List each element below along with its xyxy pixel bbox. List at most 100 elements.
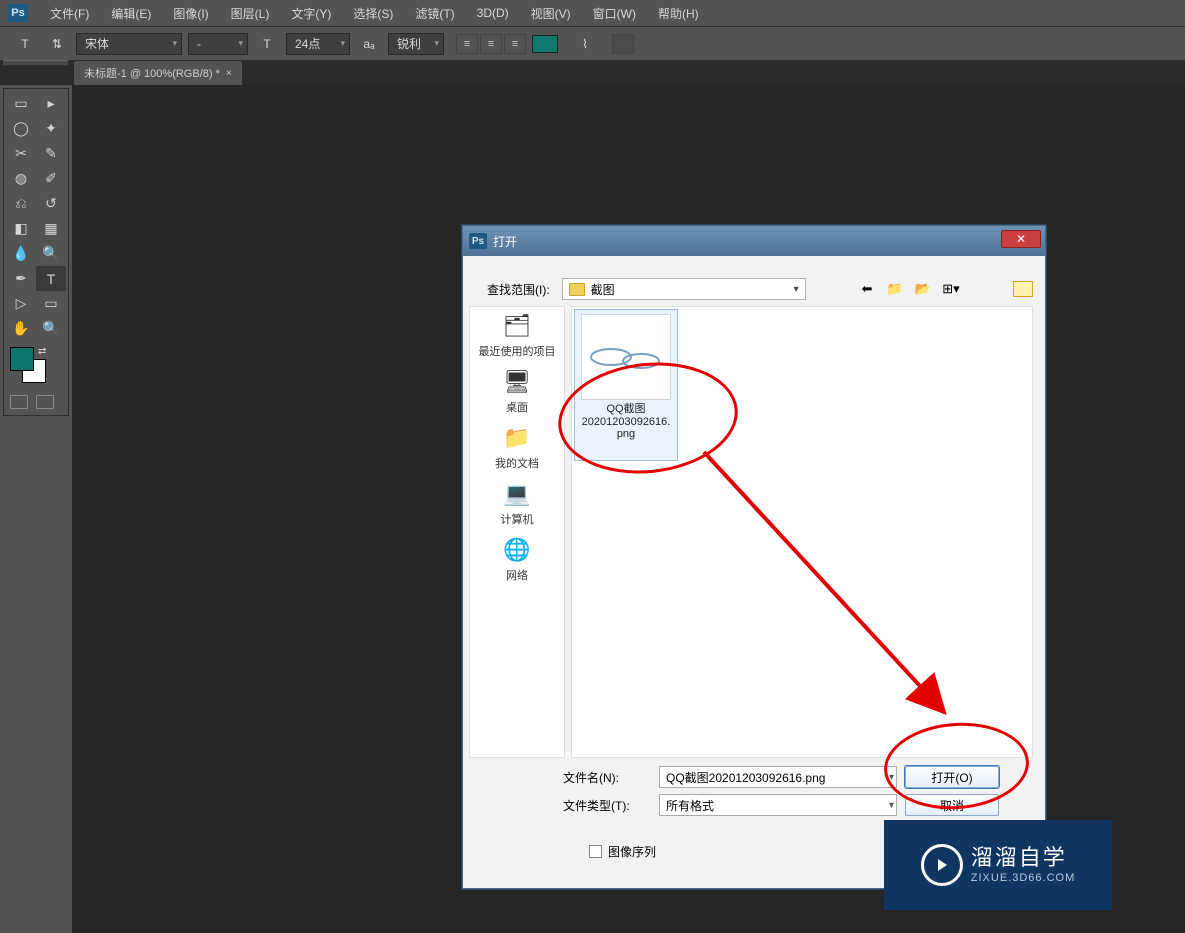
menu-window[interactable]: 窗口(W) bbox=[587, 1, 642, 26]
place-computer-label: 计算机 bbox=[501, 511, 534, 527]
text-align-group: ≡ ≡ ≡ bbox=[456, 34, 526, 54]
document-tab[interactable]: 未标题-1 @ 100%(RGB/8) * × bbox=[74, 61, 242, 85]
swap-colors-icon[interactable]: ⇄ bbox=[38, 346, 46, 357]
menu-type[interactable]: 文字(Y) bbox=[285, 1, 337, 26]
dodge-tool-icon[interactable]: 🔍 bbox=[36, 241, 66, 266]
align-left-icon[interactable]: ≡ bbox=[456, 34, 478, 54]
font-size-dropdown[interactable]: 24点 bbox=[286, 33, 350, 55]
gradient-tool-icon[interactable]: ▦ bbox=[36, 216, 66, 241]
toolbox: ▭▸ ◯✦ ✂✎ ◍✐ ⎌↺ ◧▦ 💧🔍 ✒T ▷▭ ✋🔍 ⇄ bbox=[3, 88, 69, 416]
watermark-title: 溜溜自学 bbox=[971, 845, 1075, 871]
watermark: 溜溜自学 ZIXUE.3D66.COM bbox=[884, 820, 1112, 910]
clone-stamp-icon[interactable]: ⎌ bbox=[6, 191, 36, 216]
toolbox-grip[interactable] bbox=[3, 60, 68, 66]
rectangle-tool-icon[interactable]: ▭ bbox=[36, 291, 66, 316]
options-bar: T ⇅ 宋体 - T 24点 aₐ 锐利 ≡ ≡ ≡ ⌇ bbox=[0, 27, 1185, 61]
hand-tool-icon[interactable]: ✋ bbox=[6, 316, 36, 341]
lookup-row: 查找范围(I): 截图 ⬅ 📁 📂 ⊞▾ bbox=[487, 278, 1033, 300]
open-button[interactable]: 打开(O) bbox=[905, 766, 999, 788]
zoom-tool-icon[interactable]: 🔍 bbox=[36, 316, 66, 341]
file-item[interactable]: QQ截图 20201203092616. png bbox=[574, 309, 678, 461]
place-network-label: 网络 bbox=[506, 567, 528, 583]
pen-tool-icon[interactable]: ✒ bbox=[6, 266, 36, 291]
place-recent[interactable]: 🗂 最近使用的项目 bbox=[479, 311, 556, 359]
brush-tool-icon[interactable]: ✐ bbox=[36, 166, 66, 191]
place-network[interactable]: 🌐网络 bbox=[499, 535, 535, 583]
menu-edit[interactable]: 编辑(E) bbox=[105, 1, 157, 26]
view-menu-icon[interactable]: ⊞▾ bbox=[941, 280, 961, 298]
watermark-url: ZIXUE.3D66.COM bbox=[971, 872, 1075, 885]
place-desktop[interactable]: 🖥桌面 bbox=[499, 367, 535, 415]
place-recent-label: 最近使用的项目 bbox=[479, 343, 556, 359]
lookup-label: 查找范围(I): bbox=[487, 281, 550, 298]
dialog-titlebar[interactable]: Ps 打开 ✕ bbox=[463, 226, 1045, 256]
menu-select[interactable]: 选择(S) bbox=[347, 1, 399, 26]
screenmode-icon[interactable] bbox=[36, 395, 54, 409]
history-brush-icon[interactable]: ↺ bbox=[36, 191, 66, 216]
chevron-down-icon[interactable]: ▾ bbox=[889, 800, 894, 811]
menu-image[interactable]: 图像(I) bbox=[167, 1, 214, 26]
align-center-icon[interactable]: ≡ bbox=[480, 34, 502, 54]
tool-preset-icon[interactable]: T bbox=[12, 32, 38, 56]
anti-alias-dropdown[interactable]: 锐利 bbox=[388, 33, 444, 55]
healing-brush-icon[interactable]: ◍ bbox=[6, 166, 36, 191]
file-name-line2: 20201203092616. bbox=[582, 416, 671, 428]
font-family-dropdown[interactable]: 宋体 bbox=[76, 33, 182, 55]
document-tab-label: 未标题-1 @ 100%(RGB/8) * bbox=[84, 65, 220, 81]
place-documents[interactable]: 📁我的文档 bbox=[495, 423, 539, 471]
blur-tool-icon[interactable]: 💧 bbox=[6, 241, 36, 266]
up-folder-icon[interactable]: 📁 bbox=[885, 280, 905, 298]
pin-icon[interactable] bbox=[1013, 281, 1033, 297]
text-color-swatch[interactable] bbox=[532, 35, 558, 53]
place-computer[interactable]: 💻计算机 bbox=[499, 479, 535, 527]
move-tool-icon[interactable]: ▭ bbox=[6, 91, 36, 116]
magic-wand-icon[interactable]: ✦ bbox=[36, 116, 66, 141]
place-documents-label: 我的文档 bbox=[495, 455, 539, 471]
menu-layer[interactable]: 图层(L) bbox=[225, 1, 276, 26]
menu-3d[interactable]: 3D(D) bbox=[471, 2, 515, 24]
warp-text-icon[interactable]: ⌇ bbox=[572, 32, 598, 56]
character-panel-icon[interactable] bbox=[612, 34, 634, 54]
new-folder-icon[interactable]: 📂 bbox=[913, 280, 933, 298]
dialog-app-icon: Ps bbox=[469, 233, 487, 249]
path-select-icon[interactable]: ▷ bbox=[6, 291, 36, 316]
dialog-close-button[interactable]: ✕ bbox=[1001, 230, 1041, 248]
chevron-down-icon[interactable]: ▾ bbox=[889, 772, 894, 783]
eyedropper-tool-icon[interactable]: ✎ bbox=[36, 141, 66, 166]
lasso-tool-icon[interactable]: ◯ bbox=[6, 116, 36, 141]
places-sidebar: 🗂 最近使用的项目 🖥桌面 📁我的文档 💻计算机 🌐网络 bbox=[469, 306, 565, 758]
lookup-folder-value: 截图 bbox=[591, 281, 615, 298]
crop-tool-icon[interactable]: ✂ bbox=[6, 141, 36, 166]
quickmask-icon[interactable] bbox=[10, 395, 28, 409]
lookup-folder-dropdown[interactable]: 截图 bbox=[562, 278, 806, 300]
orientation-icon[interactable]: ⇅ bbox=[44, 32, 70, 56]
file-list-area[interactable]: QQ截图 20201203092616. png bbox=[571, 306, 1033, 758]
anti-alias-icon: aₐ bbox=[356, 32, 382, 56]
filename-label: 文件名(N): bbox=[563, 769, 651, 786]
font-style-dropdown[interactable]: - bbox=[188, 33, 248, 55]
back-icon[interactable]: ⬅ bbox=[857, 280, 877, 298]
filename-row: 文件名(N): QQ截图20201203092616.png ▾ 打开(O) bbox=[563, 766, 1033, 788]
filename-input[interactable]: QQ截图20201203092616.png ▾ bbox=[659, 766, 897, 788]
close-tab-icon[interactable]: × bbox=[226, 68, 232, 79]
menu-bar: Ps 文件(F) 编辑(E) 图像(I) 图层(L) 文字(Y) 选择(S) 滤… bbox=[0, 0, 1185, 27]
foreground-color-swatch[interactable] bbox=[10, 347, 34, 371]
type-tool-icon[interactable]: T bbox=[36, 266, 66, 291]
recent-icon: 🗂 bbox=[499, 311, 535, 341]
filename-value: QQ截图20201203092616.png bbox=[666, 769, 825, 786]
desktop-icon: 🖥 bbox=[499, 367, 535, 397]
menu-filter[interactable]: 滤镜(T) bbox=[409, 1, 460, 26]
cancel-button[interactable]: 取消 bbox=[905, 794, 999, 816]
menu-help[interactable]: 帮助(H) bbox=[652, 1, 705, 26]
filetype-dropdown[interactable]: 所有格式▾ bbox=[659, 794, 897, 816]
align-right-icon[interactable]: ≡ bbox=[504, 34, 526, 54]
eraser-tool-icon[interactable]: ◧ bbox=[6, 216, 36, 241]
image-sequence-row[interactable]: 图像序列 bbox=[589, 843, 656, 860]
marquee-tool-icon[interactable]: ▸ bbox=[36, 91, 66, 116]
menu-file[interactable]: 文件(F) bbox=[44, 1, 95, 26]
image-sequence-checkbox[interactable] bbox=[589, 845, 602, 858]
color-swatches[interactable]: ⇄ bbox=[10, 347, 56, 387]
menu-view[interactable]: 视图(V) bbox=[525, 1, 577, 26]
file-name-line1: QQ截图 bbox=[606, 400, 645, 416]
folder-icon bbox=[569, 283, 585, 296]
